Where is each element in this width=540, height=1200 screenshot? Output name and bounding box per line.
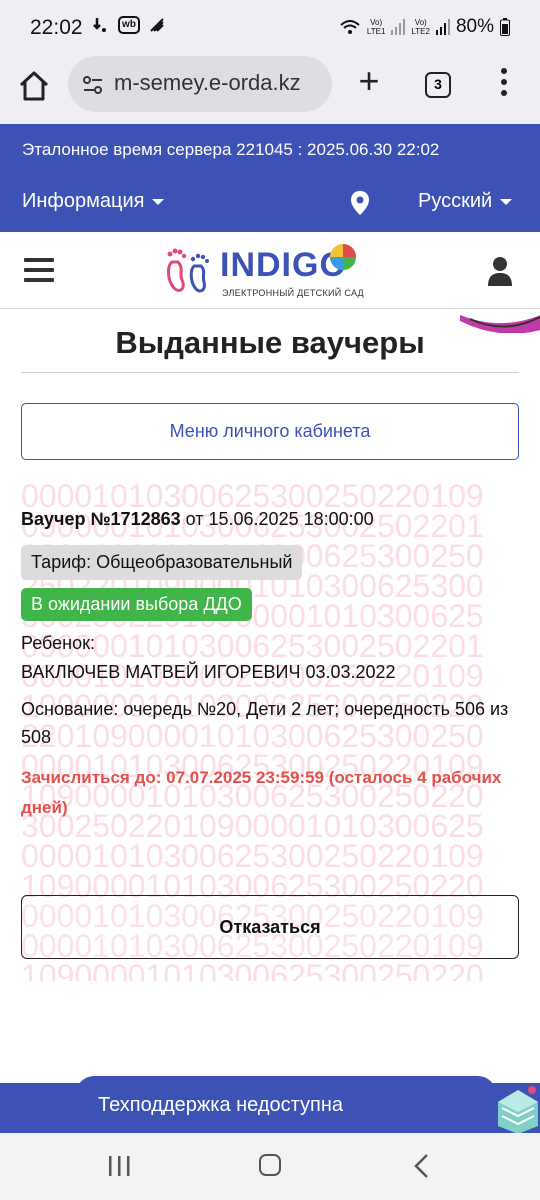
location-pin-icon[interactable] <box>350 190 370 216</box>
watermark-line: 10900001010300625300250220 <box>21 958 484 981</box>
enrollment-deadline: Зачислиться до: 07.07.2025 23:59:59 (ост… <box>21 768 502 817</box>
server-time: Эталонное время сервера 221045 : 2025.06… <box>22 140 440 159</box>
logo-tagline: ЭЛЕКТРОННЫЙ ДЕТСКИЙ САД <box>222 288 364 298</box>
browser-toolbar: m-semey.e-orda.kz + 3 <box>0 56 540 124</box>
watermark-line: 00001010300625300250220109 <box>21 838 484 874</box>
decorative-cube-icon <box>498 1086 538 1134</box>
volte-1-icon: Vo) LTE1 <box>366 18 386 36</box>
page-title: Выданные ваучеры <box>115 325 425 360</box>
tab-switcher-button[interactable]: 3 <box>425 72 451 98</box>
status-badge: В ожидании выбора ДДО <box>21 588 252 621</box>
voucher-header: Ваучер №1712863 от 15.06.2025 18:00:00 <box>21 509 521 530</box>
voucher-number: Ваучер №1712863 <box>21 509 181 529</box>
user-account-icon[interactable] <box>486 256 514 286</box>
main-content: Выданные ваучеры Меню личного кабинета 0… <box>0 309 540 1084</box>
wb-app-icon: wb <box>118 16 140 34</box>
no-sim-icon <box>150 18 164 32</box>
queue-basis: Основание: очередь №20, Дети 2 лет; очер… <box>21 699 509 747</box>
new-tab-button[interactable]: + <box>352 63 386 100</box>
site-navbar: INDIGO ЭЛЕКТРОННЫЙ ДЕТСКИЙ САД <box>0 232 540 309</box>
missed-call-icon <box>93 18 106 32</box>
voucher-date: от 15.06.2025 18:00:00 <box>185 509 374 529</box>
back-icon[interactable] <box>412 1153 432 1179</box>
volte-2-icon: Vo) LTE2 <box>411 18 430 36</box>
site-settings-icon[interactable] <box>82 74 104 96</box>
signal-1-icon <box>391 19 406 35</box>
system-navigation-bar <box>0 1133 540 1200</box>
more-menu-icon[interactable] <box>497 68 511 102</box>
signal-2-icon <box>435 19 450 35</box>
child-label: Ребенок: <box>21 633 95 653</box>
recent-apps-icon[interactable] <box>107 1155 131 1177</box>
url-text[interactable]: m-semey.e-orda.kz <box>114 70 324 96</box>
caret-down-icon <box>500 198 513 205</box>
language-dropdown[interactable]: Русский <box>418 190 513 213</box>
child-name: ВАКЛЮЧЕВ МАТВЕЙ ИГОРЕВИЧ 03.03.2022 <box>21 662 396 682</box>
site-header: Эталонное время сервера 221045 : 2025.06… <box>0 124 540 232</box>
indigo-logo[interactable]: INDIGO ЭЛЕКТРОННЫЙ ДЕТСКИЙ САД <box>164 240 374 302</box>
status-bar: 22:02 wb Vo) LTE1 Vo) LTE2 80% <box>0 0 540 56</box>
voucher-card: Ваучер №1712863 от 15.06.2025 18:00:00 Т… <box>21 509 521 823</box>
support-chat-button[interactable]: Техподдержка недоступна <box>76 1076 496 1134</box>
wifi-icon <box>340 20 360 34</box>
notification-icons: wb <box>92 16 166 34</box>
tariff-badge: Тариф: Общеобразовательный <box>21 545 303 580</box>
home-nav-icon[interactable] <box>259 1154 281 1176</box>
footprints-icon <box>167 248 209 293</box>
beach-ball-icon <box>330 244 356 270</box>
info-menu-dropdown[interactable]: Информация <box>22 190 165 213</box>
cabinet-menu-button[interactable]: Меню личного кабинета <box>21 403 519 460</box>
address-bar[interactable]: m-semey.e-orda.kz <box>68 56 332 112</box>
battery-icon <box>500 18 510 36</box>
watermark-line: 00001010300625300250220109 <box>21 481 484 514</box>
home-icon[interactable] <box>16 68 52 104</box>
hamburger-menu-icon[interactable] <box>24 258 54 284</box>
caret-down-icon <box>152 198 165 205</box>
clock: 22:02 <box>30 16 83 39</box>
battery-percent: 80% <box>455 16 494 37</box>
system-icons: Vo) LTE1 Vo) LTE2 80% <box>339 16 510 38</box>
refuse-button[interactable]: Отказаться <box>21 895 519 959</box>
title-divider <box>21 372 519 373</box>
